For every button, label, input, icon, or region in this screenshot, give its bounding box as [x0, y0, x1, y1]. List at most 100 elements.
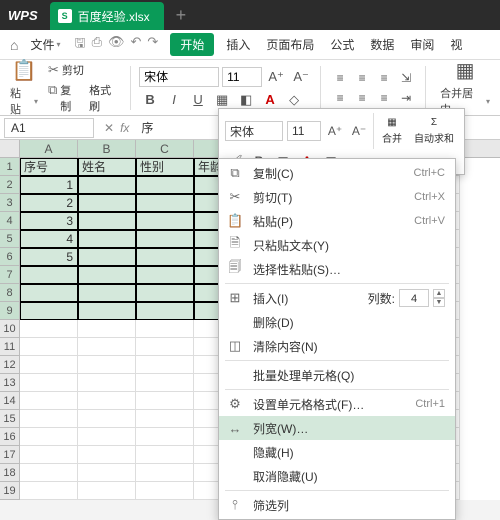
menu-cut[interactable]: ✂剪切(T)Ctrl+X	[219, 185, 455, 209]
ribbon-tab-review[interactable]: 审阅	[402, 32, 442, 57]
mini-font-name[interactable]: 宋体	[225, 121, 283, 141]
row-header[interactable]: 2	[0, 176, 20, 194]
row-header[interactable]: 9	[0, 302, 20, 320]
fx-icon[interactable]: fx	[120, 121, 129, 135]
cell[interactable]	[136, 338, 194, 356]
fill-color-button[interactable]: ◧	[235, 90, 257, 110]
font-name-combo[interactable]	[139, 67, 219, 87]
cell[interactable]	[136, 176, 194, 194]
menu-insert[interactable]: ⊞ 插入(I) 列数: 4 ▲▼	[219, 286, 455, 310]
cell[interactable]	[136, 248, 194, 266]
cell[interactable]: 序号	[20, 158, 78, 176]
underline-button[interactable]: U	[187, 90, 209, 110]
orientation-button[interactable]: ⇲	[395, 69, 417, 87]
format-painter-button[interactable]: 格式刷	[89, 82, 122, 114]
row-header[interactable]: 4	[0, 212, 20, 230]
align-right-button[interactable]: ≡	[373, 89, 395, 107]
cell[interactable]: 2	[20, 194, 78, 212]
ribbon-tab-formulas[interactable]: 公式	[322, 32, 362, 57]
row-header[interactable]: 11	[0, 338, 20, 356]
row-header[interactable]: 6	[0, 248, 20, 266]
mini-decrease-font[interactable]: A⁻	[349, 122, 369, 140]
bold-button[interactable]: B	[139, 90, 161, 110]
cell[interactable]: 5	[20, 248, 78, 266]
file-menu[interactable]: 文件 ▾	[24, 32, 66, 57]
col-count-input[interactable]: 4	[399, 289, 429, 307]
decrease-font-button[interactable]: A⁻	[290, 67, 312, 87]
cell[interactable]	[78, 176, 136, 194]
cell[interactable]	[78, 446, 136, 464]
menu-delete[interactable]: 删除(D)	[219, 310, 455, 334]
save-icon[interactable]: 🖫	[75, 34, 86, 56]
row-header[interactable]: 8	[0, 284, 20, 302]
row-header[interactable]: 12	[0, 356, 20, 374]
cell[interactable]	[78, 248, 136, 266]
clear-format-button[interactable]: ◇	[283, 90, 305, 110]
cell[interactable]	[20, 338, 78, 356]
cell[interactable]	[78, 302, 136, 320]
align-middle-button[interactable]: ≡	[351, 69, 373, 87]
menu-clear[interactable]: ◫清除内容(N)	[219, 334, 455, 358]
col-header-A[interactable]: A	[20, 140, 78, 157]
menu-unhide[interactable]: 取消隐藏(U)	[219, 464, 455, 488]
ribbon-tab-view[interactable]: 视	[442, 32, 470, 57]
cell[interactable]	[20, 284, 78, 302]
cell[interactable]: 性别	[136, 158, 194, 176]
cell[interactable]	[20, 302, 78, 320]
cell[interactable]	[136, 320, 194, 338]
menu-batch[interactable]: 批量处理单元格(Q)	[219, 363, 455, 387]
cell[interactable]	[78, 482, 136, 500]
align-top-button[interactable]: ≡	[329, 69, 351, 87]
cell[interactable]	[20, 446, 78, 464]
cell[interactable]	[20, 410, 78, 428]
cell[interactable]	[78, 428, 136, 446]
indent-button[interactable]: ⇥	[395, 89, 417, 107]
select-all-corner[interactable]	[0, 140, 20, 157]
menu-column-width[interactable]: ↔列宽(W)…	[219, 416, 455, 440]
ribbon-tab-home[interactable]: 开始	[170, 33, 214, 56]
cell[interactable]	[136, 266, 194, 284]
cell[interactable]	[20, 392, 78, 410]
col-count-stepper[interactable]: ▲▼	[433, 289, 445, 307]
mini-font-size[interactable]: 11	[287, 121, 321, 141]
cell[interactable]	[136, 446, 194, 464]
menu-paste-special[interactable]: 🗐选择性粘贴(S)…	[219, 257, 455, 281]
document-tab[interactable]: S 百度经验.xlsx	[50, 2, 164, 30]
row-header[interactable]: 7	[0, 266, 20, 284]
cell[interactable]	[78, 212, 136, 230]
row-header[interactable]: 14	[0, 392, 20, 410]
cell[interactable]	[136, 410, 194, 428]
cell[interactable]	[136, 392, 194, 410]
cell[interactable]	[136, 194, 194, 212]
cell[interactable]	[20, 464, 78, 482]
cell[interactable]	[78, 338, 136, 356]
mini-increase-font[interactable]: A⁺	[325, 122, 345, 140]
row-header[interactable]: 5	[0, 230, 20, 248]
row-header[interactable]: 17	[0, 446, 20, 464]
cut-button[interactable]: ✂剪切	[48, 61, 122, 79]
cell[interactable]	[78, 374, 136, 392]
col-header-C[interactable]: C	[136, 140, 194, 157]
cell[interactable]	[78, 266, 136, 284]
paste-button[interactable]: 📋 粘贴▾	[4, 63, 44, 113]
merge-center-button[interactable]: ▦ 合并居中▾	[434, 63, 496, 113]
mini-merge-button[interactable]: ▦合并	[378, 117, 406, 145]
cell[interactable]	[78, 410, 136, 428]
print-icon[interactable]: ⎙	[92, 34, 102, 56]
cell[interactable]	[136, 356, 194, 374]
cell[interactable]	[78, 284, 136, 302]
cell[interactable]	[20, 320, 78, 338]
menu-paste-text[interactable]: 🗎只粘贴文本(Y)	[219, 233, 455, 257]
cell[interactable]: 3	[20, 212, 78, 230]
ribbon-tab-data[interactable]: 数据	[362, 32, 402, 57]
row-header[interactable]: 13	[0, 374, 20, 392]
row-header[interactable]: 3	[0, 194, 20, 212]
menu-format-cells[interactable]: ⚙设置单元格格式(F)…Ctrl+1	[219, 392, 455, 416]
copy-button[interactable]: ⧉复制	[48, 82, 82, 114]
cell[interactable]	[20, 374, 78, 392]
menu-copy[interactable]: ⧉复制(C)Ctrl+C	[219, 161, 455, 185]
cell[interactable]	[20, 266, 78, 284]
cell[interactable]: 4	[20, 230, 78, 248]
cell[interactable]: 姓名	[78, 158, 136, 176]
redo-icon[interactable]: ↷	[147, 34, 158, 56]
